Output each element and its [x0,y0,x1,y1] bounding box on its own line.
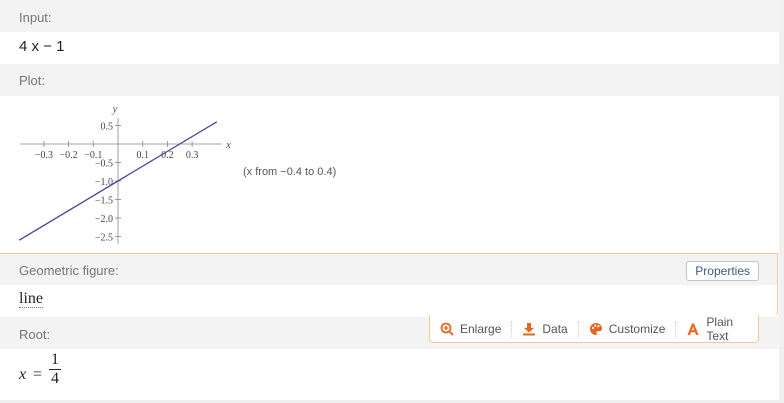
input-pod-content: 4 x − 1 [0,32,779,64]
pod-toolbar: Enlarge Data Customize Plain Text [429,315,759,343]
plot-pod-content: x y −0.3 −0.2 −0.1 0.1 0.2 0.3 0.5 −0.5 −1.0 −1.5 −2… [0,96,779,253]
root-denominator: 4 [51,370,59,387]
plot-range-note: (x from −0.4 to 0.4) [243,166,337,178]
x-tick-label: −0.2 [60,150,78,161]
x-axis-label: x [225,139,231,151]
letter-a-icon [686,322,700,336]
y-tick-label: −2.0 [95,214,113,225]
data-button[interactable]: Data [511,320,577,337]
geometric-figure-header: Geometric figure: Properties [0,254,777,285]
geometric-figure-pod: Geometric figure: Properties line [0,253,778,315]
geometric-figure-value-link[interactable]: line [19,291,43,308]
root-variable: x [19,366,27,383]
x-tick-label: −0.3 [35,150,53,161]
input-label: Input: [19,10,52,25]
magnify-plus-icon [440,322,454,336]
customize-label: Customize [608,321,666,336]
y-tick-label: −1.0 [95,177,113,188]
plain-text-button[interactable]: Plain Text [675,315,758,343]
enlarge-button[interactable]: Enlarge [430,321,511,337]
x-tick-label: 0.3 [186,150,199,161]
customize-button[interactable]: Customize [577,320,676,337]
input-pod-header: Input: [0,0,779,32]
y-tick-label: 0.5 [101,122,114,133]
root-equals: = [33,366,43,383]
plot-chart[interactable]: xy−0.3 −0.2 −0.1 0.1 0.2 0.30.5−0.5−1.0−1.5−2… [0,96,240,251]
root-fraction: 1 4 [49,351,61,388]
palette-icon [589,322,603,336]
y-tick-label: −2.5 [95,233,113,244]
data-label: Data [542,321,568,336]
y-axis-label: y [112,103,118,115]
properties-button[interactable]: Properties [686,261,759,281]
input-expression: 4 x − 1 [19,38,65,55]
geometric-figure-content: line [0,285,777,315]
y-tick-label: −1.5 [95,196,113,207]
result-page: Input: 4 x − 1 Plot: x y −0.3 −0.2 −0.1 0.1 0.… [0,0,784,403]
plain-text-label: Plain Text [706,314,734,343]
root-pod-content: x = 1 4 [0,349,779,401]
root-label: Root: [19,327,51,342]
x-tick-label: 0.1 [136,150,149,161]
scrollbar-track[interactable] [779,0,784,403]
download-icon [522,322,536,336]
enlarge-label: Enlarge [460,321,502,336]
geometric-figure-label: Geometric figure: [19,263,119,278]
y-tick-label: −0.5 [95,159,113,170]
plot-pod-header: Plot: [0,64,779,96]
root-numerator: 1 [51,351,59,368]
plot-label: Plot: [19,73,46,88]
